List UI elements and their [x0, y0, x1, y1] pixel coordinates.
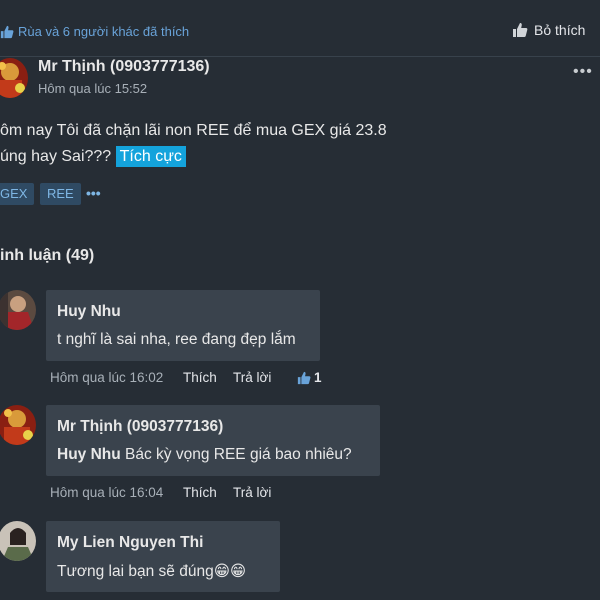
comment-author[interactable]: My Lien Nguyen Thi [57, 534, 203, 552]
likes-summary-link[interactable]: Rùa và 6 người khác đã thích [18, 24, 189, 39]
comment-bubble [46, 405, 380, 476]
comments-title: inh luận (49) [0, 247, 95, 264]
unlike-button[interactable]: Bỏ thích [512, 22, 585, 38]
more-tags-button[interactable]: ••• [86, 185, 101, 201]
comment-text-body: Bác kỳ vọng REE giá bao nhiêu? [125, 446, 352, 463]
comment-avatar[interactable] [0, 405, 36, 445]
comment-reply-button[interactable]: Trả lời [233, 485, 271, 500]
post-author-avatar[interactable] [0, 58, 28, 98]
comment-avatar[interactable] [0, 290, 36, 330]
comment-like-button[interactable]: Thích [183, 370, 217, 385]
comment-bubble [46, 521, 280, 592]
unlike-label: Bỏ thích [534, 22, 586, 38]
comment-text: Huy Nhu Bác kỳ vọng REE giá bao nhiêu? [57, 446, 352, 464]
thumbs-up-icon [0, 25, 14, 39]
comment-author[interactable]: Mr Thịnh (0903777136) [57, 418, 223, 436]
comment-author[interactable]: Huy Nhu [57, 303, 121, 321]
comment-mention[interactable]: Huy Nhu [57, 446, 121, 463]
comment-like-count[interactable]: 1 [314, 370, 322, 385]
comment-text: t nghĩ là sai nha, ree đang đẹp lắm [57, 331, 296, 348]
sentiment-badge[interactable]: Tích cực [115, 146, 186, 167]
post-text-question: úng hay Sai??? [0, 148, 112, 165]
thumbs-up-icon [297, 371, 311, 385]
post-text-line-1: ôm nay Tôi đã chặn lãi non REE để mua GE… [0, 122, 387, 139]
post-timestamp: Hôm qua lúc 15:52 [38, 81, 148, 96]
post-author-name[interactable]: Mr Thịnh (0903777136) [38, 58, 210, 76]
post-text-line-2: úng hay Sai??? Tích cực [0, 146, 186, 167]
comment-bubble [46, 290, 320, 361]
more-options-icon[interactable]: ••• [573, 63, 593, 83]
comment-like-button[interactable]: Thích [183, 485, 217, 500]
tag-ree[interactable]: REE [40, 183, 81, 205]
comment-text: Tương lai bạn sẽ đúng😁😁 [57, 563, 247, 580]
tag-gex[interactable]: GEX [0, 183, 35, 205]
comment-reply-button[interactable]: Trả lời [233, 370, 271, 385]
comment-timestamp: Hôm qua lúc 16:04 [50, 485, 164, 500]
thumbs-up-icon [513, 23, 528, 37]
comment-avatar[interactable] [0, 521, 36, 561]
comment-timestamp: Hôm qua lúc 16:02 [50, 370, 164, 385]
